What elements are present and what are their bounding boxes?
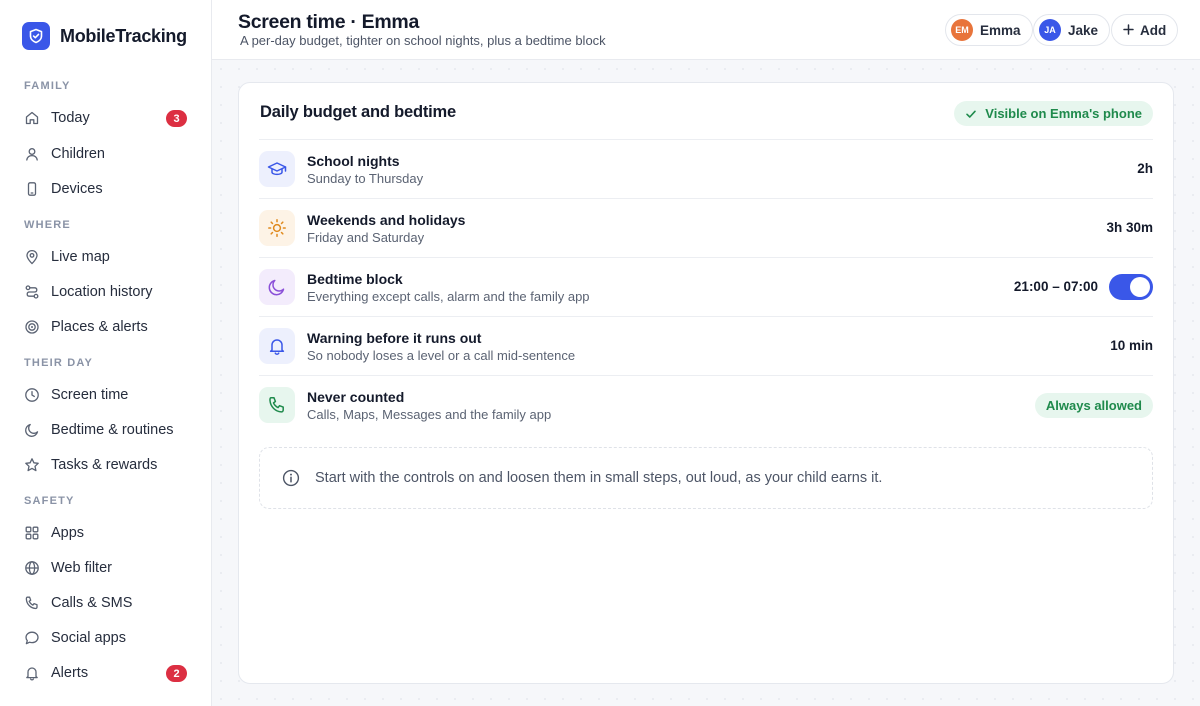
sidebar-item-places-alerts[interactable]: Places & alerts	[12, 311, 200, 343]
page-title: Screen time · Emma	[238, 11, 420, 33]
sidebar-item-social-apps[interactable]: Social apps	[12, 622, 200, 654]
section-label-family: FAMILY	[24, 80, 71, 92]
toggle-knob	[1130, 277, 1150, 297]
moon-icon	[24, 422, 40, 438]
sidebar-item-label: Bedtime & routines	[51, 422, 174, 438]
always-allowed-badge: Always allowed	[1034, 393, 1153, 418]
sidebar-item-label: Children	[51, 146, 105, 162]
page-header: Screen time · Emma A per-day budget, tig…	[212, 0, 1200, 60]
sidebar-item-children[interactable]: Children	[12, 138, 200, 170]
child-chip-emma[interactable]: EM Emma	[945, 14, 1033, 46]
row-title: Warning before it runs out	[307, 330, 482, 346]
bell-icon	[24, 665, 40, 681]
sidebar-item-label: Live map	[51, 249, 110, 265]
notification-badge: 3	[166, 110, 187, 127]
sidebar-item-label: Calls & SMS	[51, 595, 133, 611]
bedtime-toggle[interactable]	[1109, 274, 1153, 300]
phone-call-icon	[24, 595, 40, 611]
child-name: Emma	[980, 22, 1021, 38]
row-subtitle: So nobody loses a level or a call mid-se…	[307, 348, 576, 363]
sidebar-item-apps[interactable]: Apps	[12, 517, 200, 549]
brand-name: MobileTracking	[60, 25, 187, 46]
add-label: Add	[1140, 22, 1167, 38]
grid-icon	[24, 525, 40, 541]
setting-row-warning[interactable]: Warning before it runs out So nobody los…	[259, 316, 1153, 375]
clock-icon	[24, 387, 40, 403]
row-title: Never counted	[307, 389, 405, 405]
sidebar-item-label: Web filter	[51, 560, 112, 576]
sidebar-item-label: Devices	[51, 181, 103, 197]
row-title: Bedtime block	[307, 271, 403, 287]
phone-call-icon	[259, 387, 295, 423]
card-title: Daily budget and bedtime	[260, 103, 456, 121]
sidebar-item-today[interactable]: Today 3	[12, 102, 200, 134]
child-chip-jake[interactable]: JA Jake	[1033, 14, 1111, 46]
page-subtitle: A per-day budget, tighter on school nigh…	[240, 33, 606, 48]
setting-row-never-counted[interactable]: Never counted Calls, Maps, Messages and …	[259, 375, 1153, 434]
sidebar-item-label: Screen time	[51, 387, 129, 403]
star-icon	[24, 457, 40, 473]
row-value[interactable]: 10 min	[1110, 338, 1153, 353]
setting-row-bedtime-block[interactable]: Bedtime block Everything except calls, a…	[259, 257, 1153, 316]
row-subtitle: Friday and Saturday	[307, 230, 425, 245]
sidebar-item-label: Location history	[51, 284, 153, 300]
row-title: Weekends and holidays	[307, 212, 466, 228]
sidebar-item-web-filter[interactable]: Web filter	[12, 552, 200, 584]
sidebar-item-label: Social apps	[51, 630, 126, 646]
sidebar-item-label: Today	[51, 110, 90, 126]
section-label-safety: SAFETY	[24, 495, 75, 507]
sidebar-item-screen-time[interactable]: Screen time	[12, 379, 200, 411]
sidebar-item-devices[interactable]: Devices	[12, 173, 200, 205]
sidebar-item-location-history[interactable]: Location history	[12, 276, 200, 308]
sidebar-item-calls-sms[interactable]: Calls & SMS	[12, 587, 200, 619]
section-label-their-day: THEIR DAY	[24, 357, 94, 369]
sidebar-item-label: Places & alerts	[51, 319, 148, 335]
notification-badge: 2	[166, 665, 187, 682]
row-title: School nights	[307, 153, 400, 169]
sun-icon	[259, 210, 295, 246]
person-icon	[24, 146, 40, 162]
home-icon	[24, 110, 40, 126]
chat-icon	[24, 630, 40, 646]
visibility-label: Visible on Emma's phone	[985, 106, 1142, 121]
plus-icon	[1123, 23, 1134, 38]
shield-icon	[22, 22, 50, 50]
sidebar-item-live-map[interactable]: Live map	[12, 241, 200, 273]
moon-icon	[259, 269, 295, 305]
sidebar-item-label: Apps	[51, 525, 85, 541]
sidebar: MobileTracking FAMILY Today 3 Children D…	[0, 0, 212, 706]
add-child-button[interactable]: Add	[1111, 14, 1179, 46]
pin-icon	[24, 249, 40, 265]
info-icon	[282, 469, 300, 487]
tip-text: Start with the controls on and loosen th…	[315, 470, 883, 486]
target-icon	[24, 319, 40, 335]
avatar: JA	[1039, 19, 1061, 41]
row-subtitle: Sunday to Thursday	[307, 171, 424, 186]
child-name: Jake	[1068, 22, 1099, 38]
phone-icon	[24, 181, 40, 197]
setting-row-weekends-holidays[interactable]: Weekends and holidays Friday and Saturda…	[259, 198, 1153, 257]
setting-row-school-nights[interactable]: School nights Sunday to Thursday 2h	[259, 139, 1153, 198]
globe-icon	[24, 560, 40, 576]
row-value[interactable]: 3h 30m	[1106, 220, 1153, 235]
row-subtitle: Calls, Maps, Messages and the family app	[307, 407, 552, 422]
row-value[interactable]: 2h	[1137, 161, 1153, 176]
route-icon	[24, 284, 40, 300]
row-subtitle: Everything except calls, alarm and the f…	[307, 289, 590, 304]
sidebar-item-alerts[interactable]: Alerts 2	[12, 657, 200, 689]
graduation-cap-icon	[259, 151, 295, 187]
check-icon	[965, 108, 977, 120]
sidebar-item-label: Alerts	[51, 665, 89, 681]
section-label-where: WHERE	[24, 219, 71, 231]
bedtime-range[interactable]: 21:00 – 07:00	[1014, 279, 1098, 294]
tip-box: Start with the controls on and loosen th…	[259, 447, 1153, 509]
bell-icon	[259, 328, 295, 364]
avatar: EM	[951, 19, 973, 41]
sidebar-item-bedtime-routines[interactable]: Bedtime & routines	[12, 414, 200, 446]
budget-card: Daily budget and bedtime Visible on Emma…	[238, 82, 1174, 684]
brand[interactable]: MobileTracking	[0, 0, 211, 72]
visibility-badge: Visible on Emma's phone	[954, 101, 1153, 126]
sidebar-item-label: Tasks & rewards	[51, 457, 158, 473]
sidebar-item-tasks-rewards[interactable]: Tasks & rewards	[12, 449, 200, 481]
